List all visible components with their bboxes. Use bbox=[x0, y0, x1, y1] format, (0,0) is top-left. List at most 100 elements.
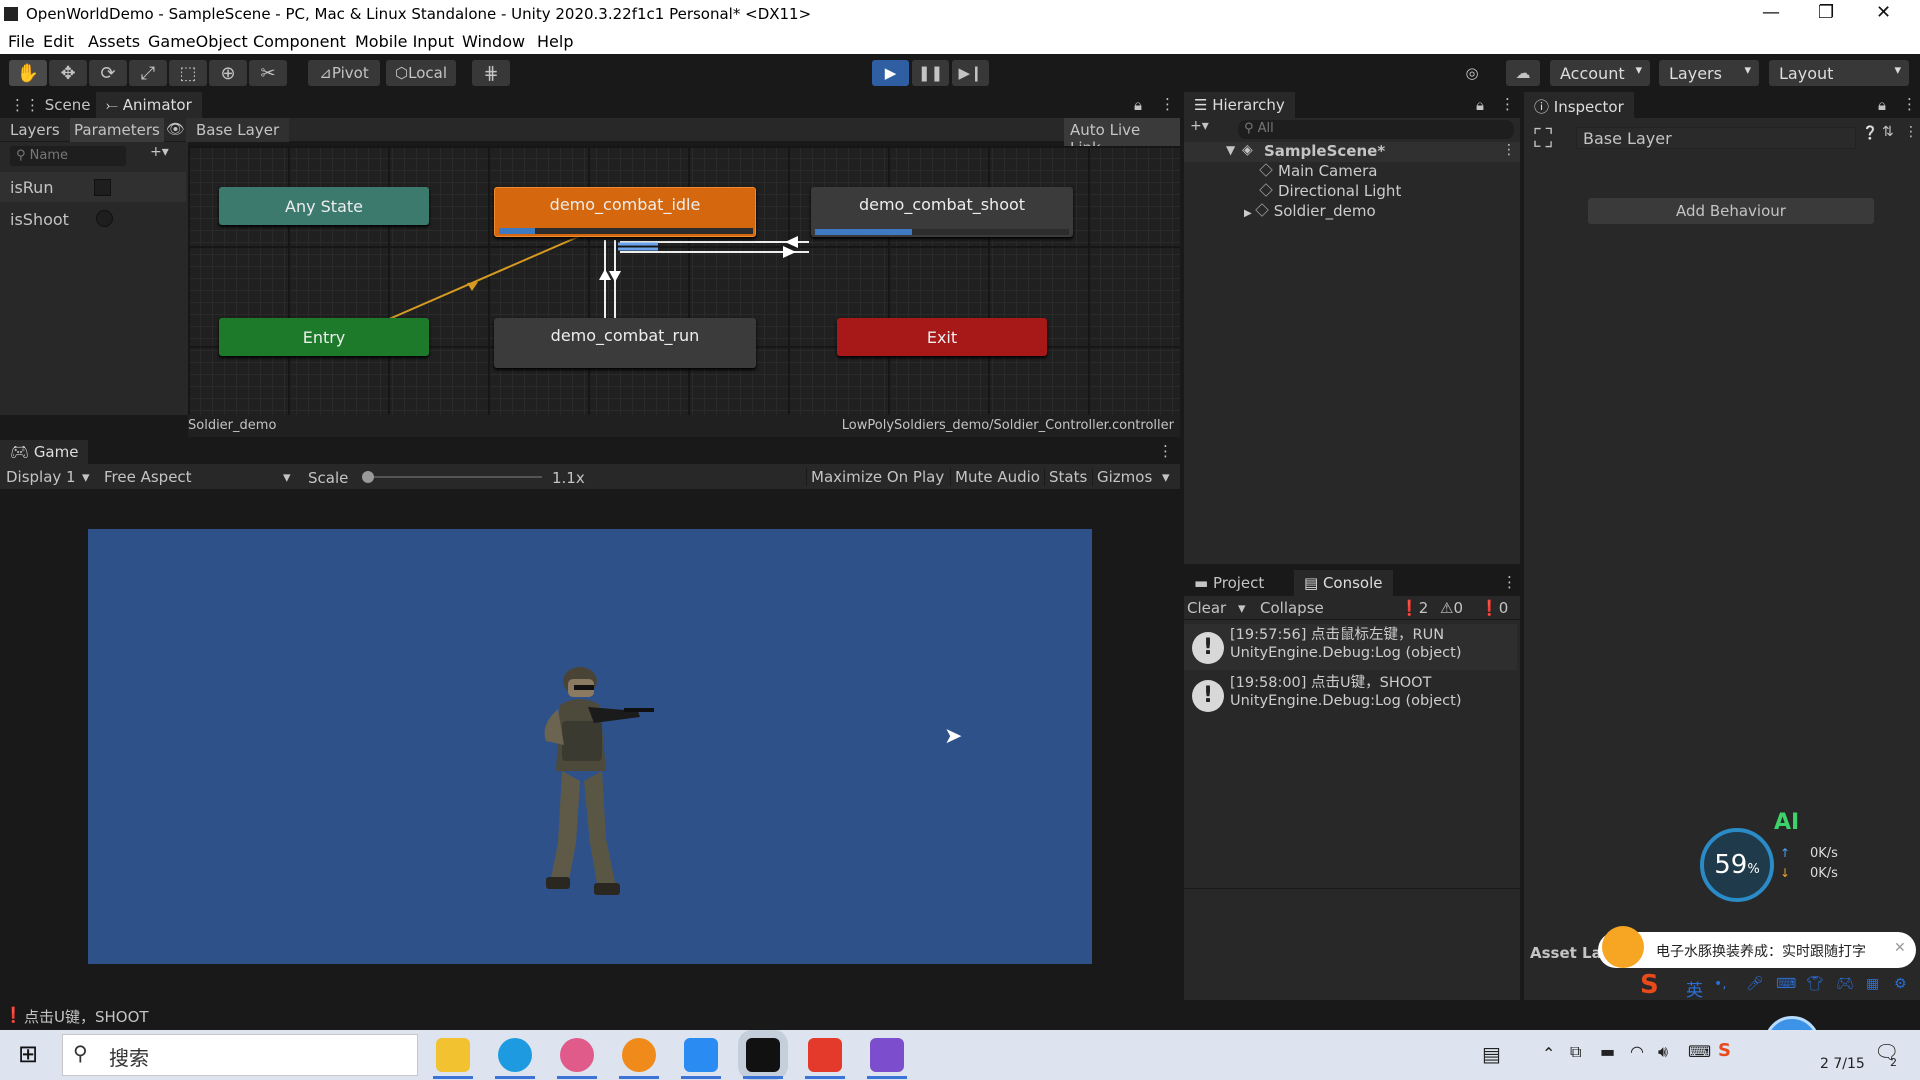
grid-snap-icon[interactable]: ⋕ bbox=[472, 60, 510, 86]
visual-studio-icon[interactable] bbox=[870, 1038, 904, 1072]
add-parameter-icon[interactable]: +▾ bbox=[150, 144, 169, 160]
expand-arrow-icon[interactable]: ▶ bbox=[1244, 208, 1252, 219]
close-button[interactable]: ✕ bbox=[1876, 2, 1891, 23]
tab-inspector[interactable]: ⓘ Inspector bbox=[1524, 92, 1634, 118]
param-checkbox[interactable] bbox=[94, 179, 111, 196]
ime-language-toggle[interactable]: 英 bbox=[1686, 976, 1703, 1001]
battery-icon[interactable]: ▬ bbox=[1600, 1042, 1615, 1061]
panel-menu-icon[interactable]: ⋮ bbox=[1502, 573, 1517, 591]
keyboard-icon[interactable]: ⌨ bbox=[1776, 976, 1796, 992]
game-icon[interactable]: 🎮︎ bbox=[1836, 976, 1854, 992]
gizmos-toggle[interactable]: Gizmos bbox=[1092, 468, 1156, 486]
collab-icon[interactable]: ◎ bbox=[1457, 60, 1487, 86]
lock-icon[interactable]: 🔒︎ bbox=[1878, 96, 1886, 114]
menu-edit[interactable]: Edit bbox=[43, 32, 74, 51]
help-icon[interactable]: ❔ bbox=[1862, 126, 1878, 141]
panel-menu-icon[interactable]: ⋮ bbox=[1160, 95, 1175, 113]
state-demo-combat-shoot[interactable]: demo_combat_shoot bbox=[811, 187, 1073, 237]
state-any-state[interactable]: Any State bbox=[219, 187, 429, 225]
step-button[interactable]: ▶❙ bbox=[952, 60, 989, 86]
hierarchy-item-directional-light[interactable]: Directional Light bbox=[1259, 182, 1401, 200]
param-trigger-radio[interactable] bbox=[96, 210, 113, 227]
clock-date[interactable]: 2 7/15 bbox=[1820, 1056, 1865, 1072]
pinwheel-app-icon[interactable] bbox=[560, 1038, 594, 1072]
error-count-toggle[interactable]: ❗0 bbox=[1480, 599, 1508, 617]
eye-icon[interactable]: 👁︎ bbox=[166, 120, 185, 138]
tip-close-icon[interactable]: ✕ bbox=[1894, 940, 1906, 956]
scene-row[interactable]: ▼ ◈ SampleScene* ⋮ bbox=[1184, 142, 1520, 162]
tab-console[interactable]: ▤ Console bbox=[1294, 570, 1393, 596]
search-app-icon[interactable] bbox=[622, 1038, 656, 1072]
volume-icon[interactable]: 🔊︎ bbox=[1658, 1042, 1668, 1062]
menu-help[interactable]: Help bbox=[537, 32, 573, 51]
inspector-menu-icon[interactable]: ⋮ bbox=[1904, 124, 1918, 140]
hierarchy-item-soldier-demo[interactable]: ▶ Soldier_demo bbox=[1244, 202, 1376, 220]
hierarchy-item-main-camera[interactable]: Main Camera bbox=[1259, 162, 1377, 180]
tray-app-icon[interactable]: ⧉ bbox=[1570, 1042, 1581, 1062]
move-tool-icon[interactable]: ✥ bbox=[49, 60, 87, 86]
tab-project[interactable]: ▬ Project bbox=[1184, 570, 1274, 596]
param-search-input[interactable]: ⚲ Name bbox=[10, 146, 126, 166]
local-toggle[interactable]: ⬡ Local bbox=[386, 60, 456, 86]
lock-icon[interactable]: 🔒︎ bbox=[1476, 96, 1484, 114]
tab-scene[interactable]: ⋮⋮ Scene bbox=[0, 92, 101, 118]
pause-button[interactable]: ❚❚ bbox=[912, 60, 949, 86]
preset-icon[interactable]: ⇅ bbox=[1882, 124, 1894, 140]
feishu-icon[interactable] bbox=[684, 1038, 718, 1072]
file-explorer-icon[interactable] bbox=[436, 1038, 470, 1072]
custom-tool-icon[interactable]: ✂ bbox=[249, 60, 287, 86]
scene-menu-icon[interactable]: ⋮ bbox=[1502, 142, 1516, 158]
panel-menu-icon[interactable]: ⋮ bbox=[1902, 95, 1917, 113]
taskbar-search-box[interactable]: ⚲ 搜索 bbox=[62, 1034, 418, 1076]
maximize-button[interactable]: ❐ bbox=[1818, 2, 1834, 23]
transform-tool-icon[interactable]: ⊕ bbox=[209, 60, 247, 86]
state-entry[interactable]: Entry bbox=[219, 318, 429, 356]
tab-animator[interactable]: ⤚ Animator bbox=[96, 92, 202, 118]
clear-dropdown-arrow-icon[interactable]: ▾ bbox=[1238, 599, 1246, 617]
panel-menu-icon[interactable]: ⋮ bbox=[1158, 442, 1173, 460]
menu-window[interactable]: Window bbox=[462, 32, 525, 51]
windows-start-icon[interactable]: ⊞ bbox=[18, 1040, 38, 1068]
aspect-dropdown[interactable]: Free Aspect bbox=[104, 468, 192, 486]
console-log-entry[interactable]: ! [19:58:00] 点击U键，SHOOT UnityEngine.Debug… bbox=[1184, 672, 1517, 718]
menu-assets[interactable]: Assets bbox=[88, 32, 140, 51]
log-count-toggle[interactable]: ❗2 bbox=[1400, 599, 1428, 617]
punctuation-icon[interactable]: •, bbox=[1714, 976, 1727, 992]
menu-gameobject[interactable]: GameObject bbox=[148, 32, 248, 51]
status-message[interactable]: 点击U键，SHOOT bbox=[24, 1006, 149, 1027]
layer-name-field[interactable]: Base Layer bbox=[1576, 127, 1856, 149]
menu-file[interactable]: File bbox=[8, 32, 35, 51]
edge-browser-icon[interactable] bbox=[498, 1038, 532, 1072]
lock-icon[interactable]: 🔒︎ bbox=[1134, 96, 1142, 114]
cloud-icon[interactable]: ☁ bbox=[1506, 60, 1540, 86]
console-log-entry[interactable]: ! [19:57:56] 点击鼠标左键，RUN UnityEngine.Debug… bbox=[1184, 624, 1517, 670]
add-behaviour-button[interactable]: Add Behaviour bbox=[1588, 198, 1874, 224]
clear-button[interactable]: Clear bbox=[1187, 599, 1226, 617]
rect-tool-icon[interactable]: ⬚ bbox=[169, 60, 207, 86]
hand-tool-icon[interactable]: ✋ bbox=[9, 60, 47, 86]
mic-icon[interactable]: 🎤︎ bbox=[1746, 976, 1764, 992]
toolbox-icon[interactable]: ▦ bbox=[1866, 976, 1879, 992]
expand-arrow-icon[interactable]: ▼ bbox=[1226, 143, 1235, 157]
game-view[interactable] bbox=[88, 529, 1092, 964]
layers-dropdown[interactable]: Layers bbox=[1659, 60, 1759, 86]
network-monitor-widget[interactable]: AI 59% ↑ 0K/s ↓ 0K/s bbox=[1700, 810, 1884, 912]
hierarchy-search-input[interactable]: ⚲ All bbox=[1238, 120, 1514, 139]
pivot-toggle[interactable]: ⊿ Pivot bbox=[308, 60, 380, 86]
news-widget-icon[interactable]: ▤ bbox=[1482, 1042, 1501, 1066]
minimize-button[interactable]: — bbox=[1762, 2, 1780, 23]
display-dropdown[interactable]: Display 1 bbox=[6, 468, 76, 486]
maximize-on-play-toggle[interactable]: Maximize On Play bbox=[806, 468, 948, 486]
ime-mode-icon[interactable]: ⌨ bbox=[1688, 1042, 1711, 1061]
ime-tip-bubble[interactable]: 电子水豚换装养成：实时跟随打字 ✕ bbox=[1598, 926, 1916, 968]
state-exit[interactable]: Exit bbox=[837, 318, 1047, 356]
subtab-parameters[interactable]: Parameters bbox=[70, 118, 164, 142]
tab-hierarchy[interactable]: ☰ Hierarchy bbox=[1184, 92, 1295, 118]
animator-graph[interactable]: Any State demo_combat_idle demo_combat_s… bbox=[188, 146, 1180, 415]
console-split-divider[interactable] bbox=[1184, 888, 1520, 889]
menu-component[interactable]: Component bbox=[253, 32, 346, 51]
breadcrumb-base-layer[interactable]: Base Layer bbox=[186, 118, 290, 142]
layout-dropdown[interactable]: Layout bbox=[1769, 60, 1909, 86]
mute-audio-toggle[interactable]: Mute Audio bbox=[950, 468, 1044, 486]
play-button[interactable]: ▶ bbox=[872, 60, 909, 86]
